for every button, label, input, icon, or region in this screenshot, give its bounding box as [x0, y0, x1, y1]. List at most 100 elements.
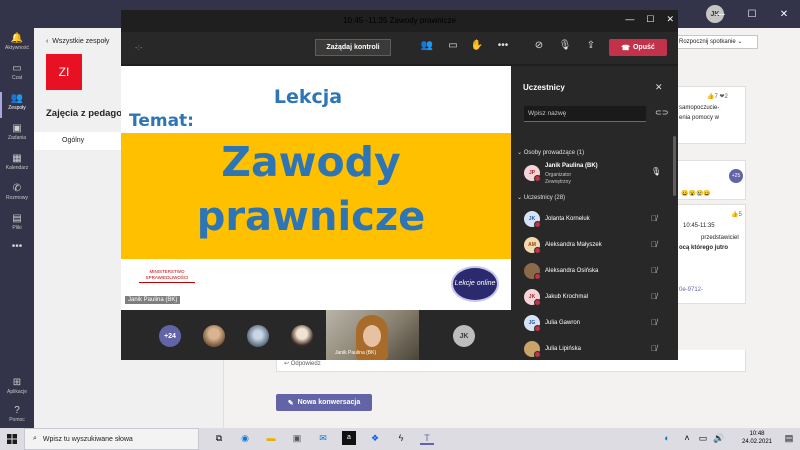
post-card: 👍5 10:45-11:35 przedstawiciel ocą któreg…: [676, 204, 746, 304]
participant-thumbnail[interactable]: [203, 325, 225, 347]
minimize-icon[interactable]: —: [625, 14, 634, 25]
participant-thumbnail[interactable]: [291, 325, 313, 347]
calls-icon: ✆: [12, 183, 22, 194]
participant-name: Julia Gawron: [545, 320, 581, 326]
rail-item-calendar[interactable]: ▦ Kalendarz: [0, 150, 34, 180]
slide-temat: Temat:: [129, 111, 194, 131]
mic-off-icon[interactable]: 🎙̸: [651, 214, 657, 223]
file-explorer-icon[interactable]: ▬: [264, 431, 278, 445]
maximize-icon[interactable]: ☐: [646, 14, 654, 25]
participant-row[interactable]: AM Aleksandra Małyszek 🎙̸: [511, 233, 671, 259]
rail-item-files[interactable]: ▤ Pliki: [0, 210, 34, 240]
maximize-icon[interactable]: ☐: [736, 0, 768, 28]
rail-item-assignments[interactable]: ▣ Zadania: [0, 120, 34, 150]
participants-search-input[interactable]: [524, 106, 646, 122]
back-to-teams-link[interactable]: ‹ Wszystkie zespoły: [46, 38, 109, 45]
search-icon: ⌕: [33, 435, 37, 442]
mail-icon[interactable]: ✉: [316, 431, 330, 445]
teams-taskbar-icon[interactable]: T: [420, 431, 434, 445]
volume-icon[interactable]: 🔊: [712, 431, 726, 445]
chevron-down-icon: ⌄: [735, 39, 743, 45]
lightning-app-icon[interactable]: ϟ: [394, 431, 408, 445]
slide-title-line2: prawnicze: [196, 194, 426, 240]
calendar-icon: ▦: [12, 153, 22, 164]
participant-avatar: [524, 263, 541, 280]
windows-logo-icon: [7, 434, 17, 444]
rail-item-calls[interactable]: ✆ Rozmowy: [0, 180, 34, 210]
post-link[interactable]: 0e-9712-: [679, 287, 703, 293]
request-control-button[interactable]: Zażądaj kontroli: [315, 39, 391, 56]
close-icon[interactable]: ✕: [666, 14, 674, 25]
minimize-icon[interactable]: —: [704, 0, 736, 28]
notifications-icon[interactable]: ▤: [782, 431, 796, 445]
windows-start-button[interactable]: [0, 428, 24, 450]
teams-window-controls: — ☐ ✕: [704, 0, 800, 28]
close-icon[interactable]: ✕: [768, 0, 800, 28]
post-snippet: ocą którego jutro: [679, 245, 729, 251]
organizer-avatar: JP: [524, 165, 541, 182]
dropbox-icon[interactable]: ❖: [368, 431, 382, 445]
post-card: 👍7 ❤2 samopoczucie- enia pomocy w: [676, 86, 746, 144]
start-meeting-button[interactable]: Rozpocznij spotkanie ⌄: [674, 35, 758, 49]
more-apps-icon[interactable]: •••: [0, 238, 34, 268]
camera-off-icon[interactable]: ⊘: [531, 40, 547, 51]
presenters-header[interactable]: ⌄ Osoby prowadzące (1): [517, 149, 584, 156]
rail-item-chat[interactable]: ▭ Czat: [0, 60, 34, 90]
organizer-external: Zewnętrzny: [545, 179, 571, 185]
taskbar-search-box[interactable]: ⌕ Wpisz tu wyszukiwane słowa: [24, 428, 199, 450]
more-options-icon[interactable]: •••: [495, 40, 511, 51]
mic-off-icon[interactable]: 🎙̸: [651, 344, 657, 353]
mic-off-icon[interactable]: 🎙̸: [651, 240, 657, 249]
participant-row[interactable]: JG Julia Gawron 🎙̸: [511, 311, 671, 337]
edge-icon[interactable]: ◉: [238, 431, 252, 445]
mic-off-icon[interactable]: 🎙̸: [651, 266, 657, 275]
participant-row[interactable]: Aleksandra Osińska 🎙̸: [511, 259, 671, 285]
participant-name: Jakub Krochmal: [545, 294, 589, 300]
participant-row[interactable]: Julia Lipińska 🎙̸: [511, 337, 671, 363]
share-invite-icon[interactable]: ⊂⊃: [655, 108, 668, 117]
raise-hand-icon[interactable]: ✋: [469, 40, 485, 51]
attendees-header[interactable]: ⌄ Uczestnicy (28): [517, 194, 565, 201]
reaction-counts: 👍7 ❤2: [707, 94, 728, 100]
store-icon[interactable]: ▣: [290, 431, 304, 445]
reply-icon: ↩: [284, 361, 291, 367]
drag-handle-icon[interactable]: -:-: [135, 43, 143, 52]
new-conversation-button[interactable]: ✎ Nowa konwersacja: [276, 394, 372, 411]
rail-item-teams[interactable]: 👥 Zespoły: [0, 90, 34, 120]
chat-icon[interactable]: ▭: [445, 40, 461, 51]
participant-row[interactable]: JK Jakub Krochmal 🎙̸: [511, 285, 671, 311]
more-participants-badge[interactable]: +24: [159, 325, 181, 347]
mic-off-icon[interactable]: 🎙̸: [651, 318, 657, 327]
share-screen-icon[interactable]: ⇪: [583, 40, 599, 51]
close-icon[interactable]: ✕: [655, 82, 663, 93]
assignments-icon: ▣: [12, 123, 22, 134]
team-name: Zajęcia z pedagog: [46, 108, 128, 119]
rail-item-apps[interactable]: ⊞ Aplikacje: [0, 374, 34, 404]
participant-avatar: [524, 341, 541, 358]
chevron-up-icon[interactable]: ˄: [680, 431, 694, 445]
participants-icon[interactable]: 👥: [419, 40, 435, 51]
like-count: 👍5: [731, 212, 742, 218]
people-icon[interactable]: ◐: [660, 431, 674, 445]
post-snippet: samopoczucie-: [679, 105, 720, 111]
participants-scrollbar[interactable]: [673, 136, 676, 196]
lekcje-online-badge: Lekcje online: [451, 266, 499, 302]
leave-meeting-button[interactable]: ☎ Opuść: [609, 39, 667, 56]
taskbar-clock[interactable]: 10:48 24.02.2021: [732, 430, 782, 446]
participant-row[interactable]: JK Jolanta Korneluk 🎙̸: [511, 207, 671, 233]
participant-thumbnail[interactable]: [247, 325, 269, 347]
mic-on-icon[interactable]: 🎙: [651, 167, 661, 176]
bell-icon: 🔔: [10, 33, 24, 44]
chevron-down-icon: ⌄: [517, 150, 524, 156]
chat-icon: ▭: [12, 63, 22, 74]
post-snippet: 10:45-11:35: [683, 223, 715, 229]
task-view-icon[interactable]: ⧉: [212, 431, 226, 445]
mic-off-icon[interactable]: 🎙: [557, 40, 573, 51]
amazon-icon[interactable]: a: [342, 431, 356, 445]
network-icon[interactable]: ▭: [696, 431, 710, 445]
participant-avatar-jk[interactable]: JK: [453, 325, 475, 347]
mic-off-icon[interactable]: 🎙̸: [651, 292, 657, 301]
participants-more-badge: +25: [729, 169, 743, 183]
rail-item-activity[interactable]: 🔔 Aktywność: [0, 30, 34, 60]
reply-link[interactable]: ↩ Odpowiedz: [284, 360, 321, 367]
